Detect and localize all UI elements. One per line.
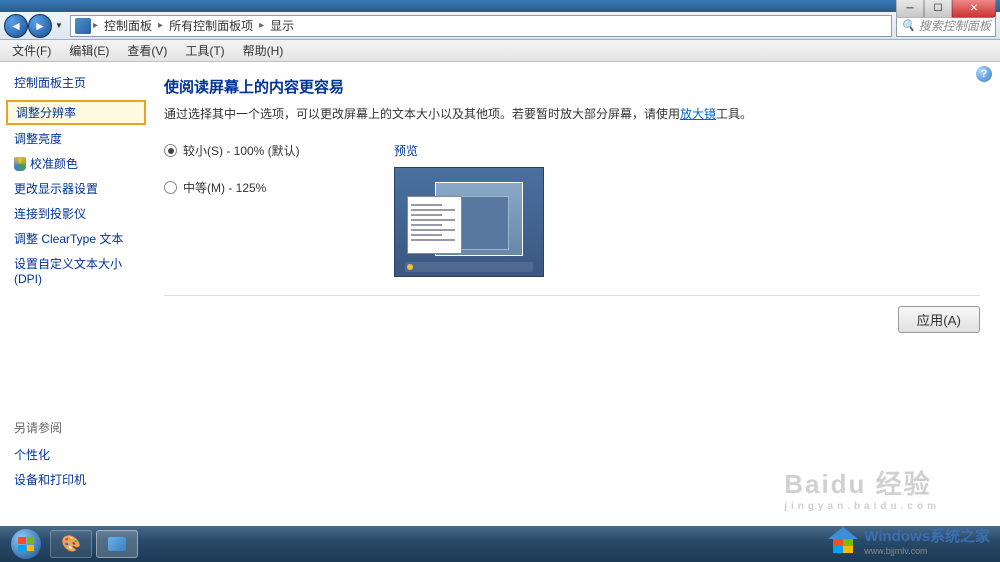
radio-icon (164, 181, 177, 194)
menu-edit[interactable]: 编辑(E) (61, 40, 117, 61)
sidebar-link-cleartype[interactable]: 调整 ClearType 文本 (4, 226, 148, 251)
chevron-right-icon: ▸ (158, 20, 163, 31)
control-panel-icon (108, 537, 126, 551)
preview-label: 预览 (394, 142, 544, 159)
shield-icon (14, 157, 26, 171)
search-icon: 🔍 (901, 19, 915, 32)
sidebar-link-display-settings[interactable]: 更改显示器设置 (4, 176, 148, 201)
menu-help[interactable]: 帮助(H) (235, 40, 292, 61)
breadcrumb-bar[interactable]: ▸ 控制面板 ▸ 所有控制面板项 ▸ 显示 (70, 15, 892, 37)
nav-history-dropdown[interactable]: ▼ (52, 14, 66, 38)
breadcrumb-item[interactable]: 显示 (266, 17, 298, 34)
taskbar: 🎨 (0, 526, 1000, 562)
sidebar-link-brightness[interactable]: 调整亮度 (4, 126, 148, 151)
page-title: 使阅读屏幕上的内容更容易 (164, 76, 980, 97)
radio-label: 中等(M) - 125% (183, 179, 266, 196)
see-also-personalize[interactable]: 个性化 (14, 442, 142, 467)
menu-tools[interactable]: 工具(T) (177, 40, 232, 61)
radio-icon (164, 144, 177, 157)
paint-icon: 🎨 (61, 534, 81, 554)
see-also-section: 另请参阅 个性化 设备和打印机 (4, 409, 152, 502)
menu-file[interactable]: 文件(F) (4, 40, 59, 61)
window-close-button[interactable]: ✕ (952, 0, 996, 18)
nav-back-button[interactable]: ◄ (4, 14, 28, 38)
search-placeholder: 搜索控制面板 (919, 17, 991, 34)
taskbar-app-control-panel[interactable] (96, 530, 138, 558)
menu-bar: 文件(F) 编辑(E) 查看(V) 工具(T) 帮助(H) (0, 40, 1000, 62)
window-maximize-button[interactable]: ☐ (924, 0, 952, 18)
taskbar-app-paint[interactable]: 🎨 (50, 530, 92, 558)
window-minimize-button[interactable]: ─ (896, 0, 924, 18)
nav-forward-button[interactable]: ► (28, 14, 52, 38)
preview-image (394, 167, 544, 277)
start-button[interactable] (6, 528, 46, 560)
menu-view[interactable]: 查看(V) (119, 40, 175, 61)
address-bar: ◄ ► ▼ ▸ 控制面板 ▸ 所有控制面板项 ▸ 显示 🔍 搜索控制面板 (0, 12, 1000, 40)
breadcrumb-item[interactable]: 所有控制面板项 (165, 17, 257, 34)
sidebar-link-calibrate[interactable]: 校准颜色 (4, 151, 148, 176)
breadcrumb-item[interactable]: 控制面板 (100, 17, 156, 34)
sidebar: 控制面板主页 调整分辨率 调整亮度 校准颜色 更改显示器设置 连接到投影仪 调整… (0, 62, 152, 543)
see-also-title: 另请参阅 (14, 419, 142, 442)
chevron-right-icon: ▸ (93, 20, 98, 31)
chevron-right-icon: ▸ (259, 20, 264, 31)
sidebar-link-label: 校准颜色 (30, 155, 78, 172)
windows-logo-icon (18, 537, 34, 551)
radio-option-medium[interactable]: 中等(M) - 125% (164, 179, 354, 196)
content-pane: ? 使阅读屏幕上的内容更容易 通过选择其中一个选项，可以更改屏幕上的文本大小以及… (152, 62, 1000, 543)
help-icon[interactable]: ? (976, 66, 992, 82)
sidebar-link-projector[interactable]: 连接到投影仪 (4, 201, 148, 226)
magnifier-link[interactable]: 放大镜 (680, 107, 716, 121)
sidebar-link-resolution[interactable]: 调整分辨率 (6, 100, 146, 125)
radio-label: 较小(S) - 100% (默认) (183, 142, 300, 159)
radio-option-small[interactable]: 较小(S) - 100% (默认) (164, 142, 354, 159)
sidebar-title[interactable]: 控制面板主页 (4, 72, 148, 99)
control-panel-icon (75, 18, 91, 34)
see-also-devices[interactable]: 设备和打印机 (14, 467, 142, 492)
sidebar-link-custom-dpi[interactable]: 设置自定义文本大小(DPI) (4, 251, 148, 290)
page-description: 通过选择其中一个选项，可以更改屏幕上的文本大小以及其他项。若要暂时放大部分屏幕，… (164, 105, 980, 124)
apply-button[interactable]: 应用(A) (898, 306, 980, 333)
